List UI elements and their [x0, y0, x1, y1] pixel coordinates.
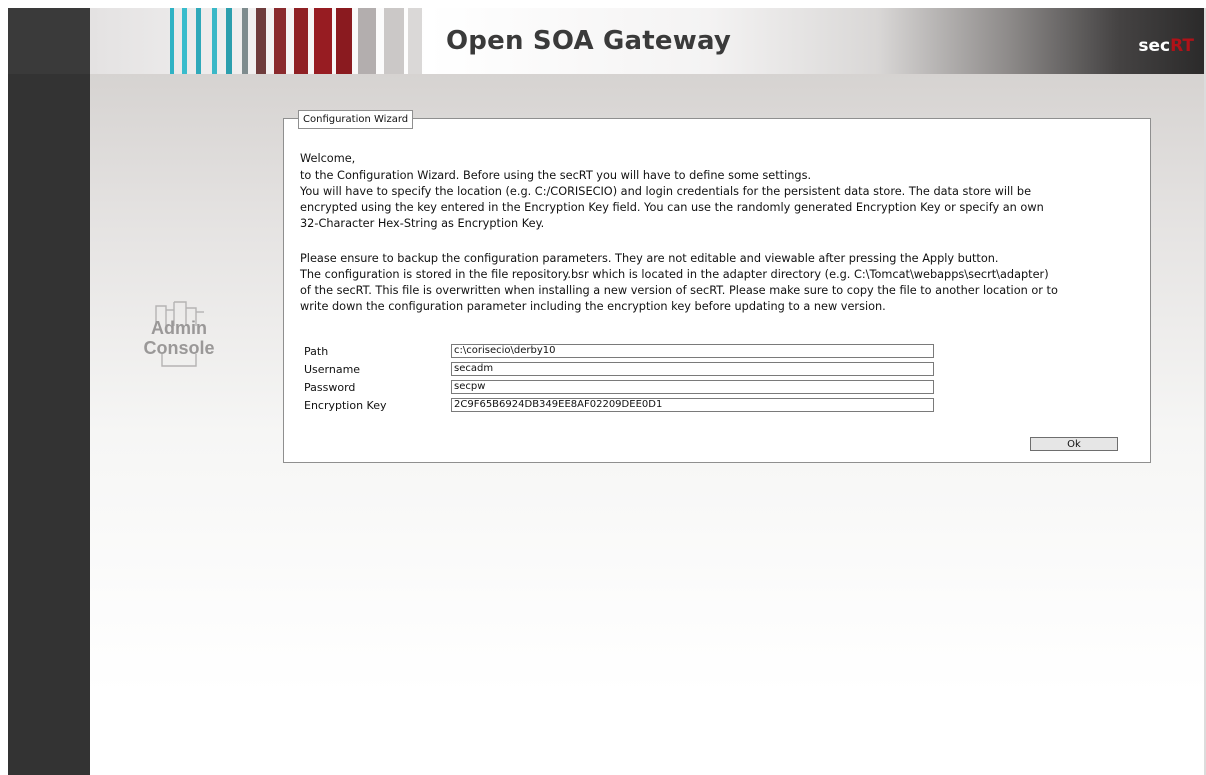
logo-line-admin: Admin: [151, 318, 207, 338]
header-stripe: [274, 8, 286, 74]
header-stripe: [384, 8, 404, 74]
password-label: Password: [304, 381, 356, 394]
header-stripe: [294, 8, 308, 74]
password-input[interactable]: secpw: [451, 380, 934, 394]
app-title: Open SOA Gateway: [446, 26, 732, 56]
header-banner: Open SOA Gateway secRT: [8, 8, 1204, 74]
info-para1-line1: You will have to specify the location (e…: [300, 185, 1032, 198]
header-stripe: [196, 8, 201, 74]
header-stripe: [314, 8, 332, 74]
encryption-key-input[interactable]: 2C9F65B6924DB349EE8AF02209DEE0D1: [451, 398, 934, 412]
admin-console-text: Admin Console: [138, 318, 220, 358]
top-strip: [0, 0, 1206, 8]
brand-logo: secRT: [1138, 36, 1194, 56]
username-label: Username: [304, 363, 361, 376]
admin-console-logo: Admin Console: [138, 296, 220, 376]
header-stripe: [182, 8, 187, 74]
panel-legend: Configuration Wizard: [298, 110, 414, 129]
brand-prefix: sec: [1138, 36, 1171, 56]
encryption-key-label: Encryption Key: [304, 399, 387, 412]
header-stripe: [212, 8, 217, 74]
path-input[interactable]: c:\corisecio\derby10: [451, 344, 934, 358]
intro-text: to the Configuration Wizard. Before usin…: [300, 169, 812, 182]
header-stripe: [336, 8, 352, 74]
brand-suffix: RT: [1170, 36, 1194, 56]
header-stripe: [256, 8, 266, 74]
username-input[interactable]: secadm: [451, 362, 934, 376]
info-para2-line2: The configuration is stored in the file …: [300, 268, 1049, 281]
info-para1-line2: encrypted using the key entered in the E…: [300, 201, 1044, 214]
header-stripe: [226, 8, 232, 74]
ok-button[interactable]: Ok: [1030, 437, 1118, 451]
welcome-text: Welcome,: [300, 152, 356, 165]
header-stripe: [408, 8, 422, 74]
left-sidebar: [8, 8, 90, 775]
info-para2-line1: Please ensure to backup the configuratio…: [300, 252, 999, 265]
info-para1-line3: 32-Character Hex-String as Encryption Ke…: [300, 217, 545, 230]
path-label: Path: [304, 345, 329, 358]
info-para2-line4: write down the configuration parameter i…: [300, 300, 886, 313]
header-stripe: [358, 8, 376, 74]
header-stripe: [242, 8, 248, 74]
header-stripe: [170, 8, 174, 74]
info-para2-line3: of the secRT. This file is overwritten w…: [300, 284, 1058, 297]
logo-line-console: Console: [143, 338, 215, 358]
